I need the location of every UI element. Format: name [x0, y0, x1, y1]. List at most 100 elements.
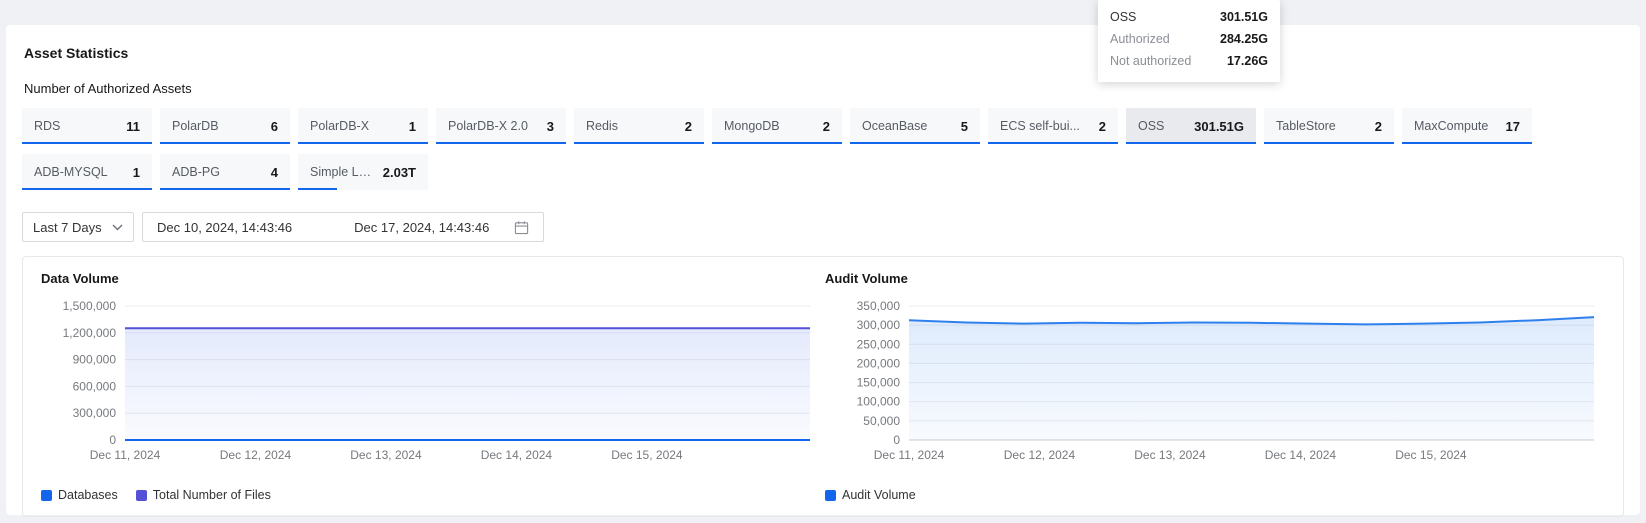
svg-text:900,000: 900,000 [73, 353, 117, 367]
asset-statistics-panel: Asset Statistics Number of Authorized As… [6, 25, 1640, 515]
asset-chip-mongodb[interactable]: MongoDB2 [712, 108, 842, 144]
tooltip-row-label: Not authorized [1110, 54, 1191, 68]
asset-chip-accent-bar [436, 142, 566, 144]
svg-text:150,000: 150,000 [857, 376, 901, 390]
asset-chip-oss[interactable]: OSS 301.51G [1126, 108, 1256, 144]
svg-text:Dec 14, 2024: Dec 14, 2024 [1265, 448, 1337, 462]
svg-text:Dec 12, 2024: Dec 12, 2024 [220, 448, 292, 462]
legend-item-audit-volume[interactable]: Audit Volume [825, 488, 916, 502]
tooltip-header-row: OSS 301.51G [1110, 6, 1268, 28]
asset-chip-accent-bar [298, 188, 337, 190]
asset-chip-accent-bar [1402, 142, 1532, 144]
date-range-picker[interactable]: Dec 10, 2024, 14:43:46 Dec 17, 2024, 14:… [142, 212, 544, 242]
asset-chip-label: ADB-MYSQL [34, 165, 108, 179]
tooltip-title-value: 301.51G [1220, 10, 1268, 24]
legend-swatch [825, 490, 836, 501]
asset-chip-simple-log[interactable]: Simple Log ...2.03T [298, 154, 428, 190]
svg-text:100,000: 100,000 [857, 395, 901, 409]
asset-chip-polardb-x-2-0[interactable]: PolarDB-X 2.03 [436, 108, 566, 144]
data-volume-plot: 0 300,000 600,000 900,000 1,200,000 1,500,000… [39, 294, 823, 484]
asset-chip-value: 301.51G [1194, 119, 1244, 134]
tooltip-row-authorized: Authorized 284.25G [1110, 28, 1268, 50]
chart-svg: 050,000100,000150,000200,000250,000300,0… [823, 294, 1608, 484]
asset-chip-ecs-self-bui[interactable]: ECS self-bui...2 [988, 108, 1118, 144]
asset-chip-adb-pg[interactable]: ADB-PG 4 [160, 154, 290, 190]
svg-text:Dec 11, 2024: Dec 11, 2024 [874, 448, 945, 462]
asset-chip-value: 2 [1099, 119, 1106, 134]
chevron-down-icon [112, 224, 123, 231]
asset-chip-value: 4 [271, 165, 278, 180]
svg-text:0: 0 [109, 433, 116, 447]
end-date[interactable]: Dec 17, 2024, 14:43:46 [354, 220, 489, 235]
legend-label: Audit Volume [842, 488, 916, 502]
asset-chip-value: 2 [1375, 119, 1382, 134]
asset-chip-polardb-x[interactable]: PolarDB-X 1 [298, 108, 428, 144]
asset-chip-value: 2 [823, 119, 830, 134]
oss-tooltip: OSS 301.51G Authorized 284.25G Not autho… [1098, 0, 1280, 82]
filters-row: Last 7 Days Dec 10, 2024, 14:43:46 Dec 1… [22, 212, 1624, 242]
asset-chip-value: 5 [961, 119, 968, 134]
tooltip-row-value: 17.26G [1227, 54, 1268, 68]
charts-container: Data Volume 0300,000600,000900,0001,200,… [22, 256, 1624, 517]
tooltip-row-not-authorized: Not authorized 17.26G [1110, 50, 1268, 72]
svg-text:Dec 13, 2024: Dec 13, 2024 [350, 448, 422, 462]
time-range-select[interactable]: Last 7 Days [22, 212, 134, 242]
svg-text:Dec 15, 2024: Dec 15, 2024 [611, 448, 683, 462]
asset-chip-list: RDS11PolarDB6PolarDB-X1PolarDB-X 2.03Red… [22, 108, 1624, 190]
svg-text:300,000: 300,000 [73, 406, 117, 420]
svg-text:350,000: 350,000 [857, 299, 901, 313]
asset-chip-accent-bar [1264, 142, 1394, 144]
svg-text:1,200,000: 1,200,000 [63, 326, 117, 340]
asset-chip-value: 2.03T [383, 165, 416, 180]
legend-item-databases[interactable]: Databases [41, 488, 118, 502]
asset-chip-label: OceanBase [862, 119, 927, 133]
asset-chip-accent-bar [850, 142, 980, 144]
asset-chip-label: OSS [1138, 119, 1164, 133]
legend-swatch [41, 490, 52, 501]
asset-chip-value: 1 [409, 119, 416, 134]
asset-chip-label: PolarDB [172, 119, 219, 133]
asset-chip-value: 3 [547, 119, 554, 134]
svg-text:Dec 12, 2024: Dec 12, 2024 [1004, 448, 1076, 462]
page-title: Asset Statistics [24, 45, 1624, 61]
calendar-icon[interactable] [514, 220, 529, 235]
asset-chip-value: 2 [685, 119, 692, 134]
chart-svg: 0 300,000 600,000 900,000 1,200,000 1,500,000… [39, 294, 824, 484]
svg-text:250,000: 250,000 [857, 337, 901, 351]
chart-title-audit-volume: Audit Volume [825, 271, 1607, 286]
asset-chip-tablestore[interactable]: TableStore2 [1264, 108, 1394, 144]
legend-swatch [136, 490, 147, 501]
asset-chip-maxcompute[interactable]: MaxCompute17 [1402, 108, 1532, 144]
asset-chip-rds[interactable]: RDS11 [22, 108, 152, 144]
svg-text:Dec 13, 2024: Dec 13, 2024 [1134, 448, 1206, 462]
asset-chip-accent-bar [22, 142, 152, 144]
asset-chip-label: ADB-PG [172, 165, 220, 179]
svg-text:1,500,000: 1,500,000 [63, 299, 117, 313]
section-title: Number of Authorized Assets [24, 81, 1624, 96]
tooltip-row-label: Authorized [1110, 32, 1170, 46]
svg-text:600,000: 600,000 [73, 379, 117, 393]
asset-chip-accent-bar [298, 142, 428, 144]
audit-volume-legend: Audit Volume [825, 488, 1607, 502]
tooltip-title: OSS [1110, 10, 1136, 24]
data-volume-legend: Databases Total Number of Files [41, 488, 823, 502]
asset-chip-accent-bar [22, 188, 152, 190]
svg-text:Dec 11, 2024: Dec 11, 2024 [90, 448, 161, 462]
asset-chip-redis[interactable]: Redis 2 [574, 108, 704, 144]
svg-text:300,000: 300,000 [857, 318, 901, 332]
asset-chip-adb-mysql[interactable]: ADB-MYSQL 1 [22, 154, 152, 190]
legend-item-total-number-of-files[interactable]: Total Number of Files [136, 488, 271, 502]
data-volume-chart: Data Volume 0300,000600,000900,0001,200,… [39, 271, 823, 506]
asset-chip-accent-bar [712, 142, 842, 144]
asset-chip-label: Redis [586, 119, 618, 133]
asset-chip-accent-bar [988, 142, 1118, 144]
start-date[interactable]: Dec 10, 2024, 14:43:46 [157, 220, 292, 235]
asset-chip-value: 17 [1506, 119, 1520, 134]
asset-chip-label: PolarDB-X [310, 119, 369, 133]
asset-chip-value: 6 [271, 119, 278, 134]
asset-chip-value: 1 [133, 165, 140, 180]
audit-volume-plot: 050,000100,000150,000200,000250,000300,0… [823, 294, 1607, 484]
asset-chip-oceanbase[interactable]: OceanBase 5 [850, 108, 980, 144]
audit-volume-chart: Audit Volume 050,000100,000150,000200,00… [823, 271, 1607, 506]
asset-chip-polardb[interactable]: PolarDB 6 [160, 108, 290, 144]
